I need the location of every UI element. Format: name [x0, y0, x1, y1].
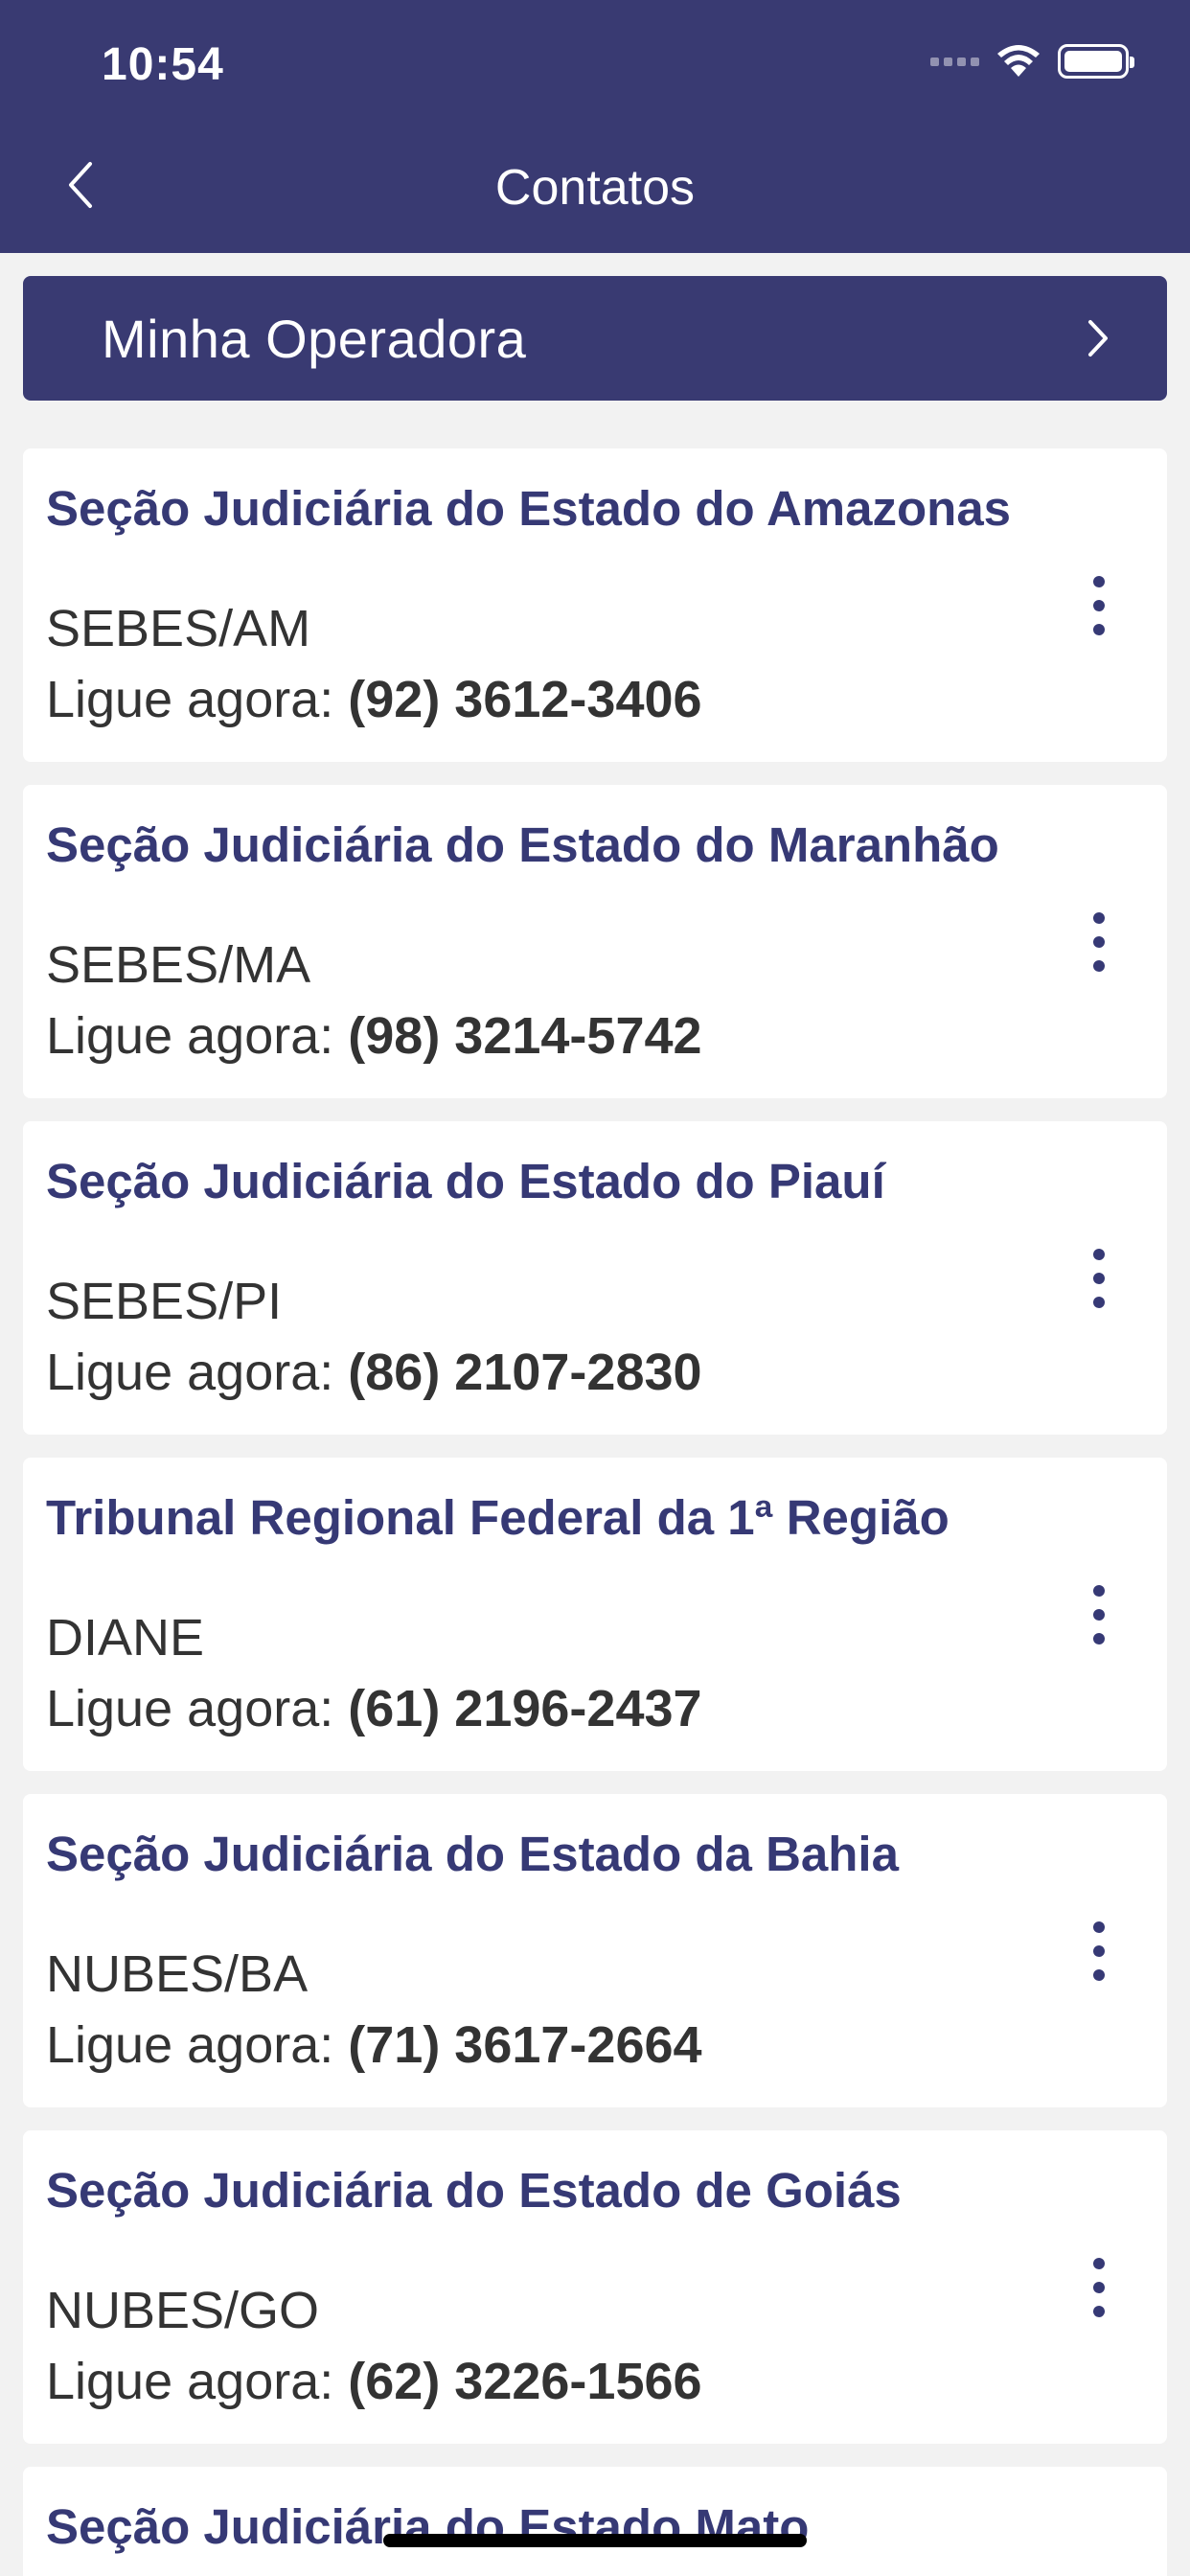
signal-icon	[930, 57, 979, 66]
contact-phone-line[interactable]: Ligue agora: (92) 3612-3406	[46, 664, 1023, 735]
contact-title: Seção Judiciária do Estado de Goiás	[46, 2163, 902, 2218]
contact-title: Seção Judiciária do Estado Mato	[46, 2499, 810, 2554]
contact-code: SEBES/MA	[46, 936, 311, 994]
phone-prefix: Ligue agora:	[46, 1344, 334, 1401]
more-vertical-icon[interactable]	[1085, 1248, 1113, 1308]
phone-number[interactable]: (98) 3214-5742	[348, 1007, 701, 1065]
contact-title: Seção Judiciária do Estado do Piauí	[46, 1154, 885, 1208]
phone-prefix: Ligue agora:	[46, 671, 334, 728]
contact-phone-line[interactable]: Ligue agora: (98) 3214-5742	[46, 1000, 1023, 1071]
app-header: 10:54 Contatos	[0, 0, 1190, 253]
chevron-right-icon	[1088, 320, 1108, 356]
battery-icon	[1058, 44, 1134, 79]
my-operator-button[interactable]: Minha Operadora	[23, 276, 1167, 401]
phone-prefix: Ligue agora:	[46, 1007, 334, 1065]
phone-number[interactable]: (61) 2196-2437	[348, 1680, 701, 1737]
wifi-icon	[997, 45, 1040, 77]
contact-code: NUBES/BA	[46, 1945, 309, 2003]
contact-list: Seção Judiciária do Estado do Amazonas S…	[23, 448, 1167, 2576]
contact-card[interactable]: Tribunal Regional Federal da 1ª Região D…	[23, 1458, 1167, 1771]
contact-title: Seção Judiciária do Estado da Bahia	[46, 1827, 899, 1881]
home-indicator[interactable]	[383, 2534, 807, 2547]
contact-code: SEBES/AM	[46, 600, 311, 657]
more-vertical-icon[interactable]	[1085, 911, 1113, 972]
phone-number[interactable]: (71) 3617-2664	[348, 2016, 701, 2074]
contact-code: NUBES/GO	[46, 2282, 320, 2339]
contact-phone-line[interactable]: Ligue agora: (61) 2196-2437	[46, 1673, 1023, 1744]
contact-title: Tribunal Regional Federal da 1ª Região	[46, 1490, 950, 1545]
contact-card[interactable]: Seção Judiciária do Estado do Piauí SEBE…	[23, 1121, 1167, 1435]
more-vertical-icon[interactable]	[1085, 575, 1113, 635]
operator-label: Minha Operadora	[102, 308, 527, 369]
phone-number[interactable]: (62) 3226-1566	[348, 2353, 701, 2410]
more-vertical-icon[interactable]	[1085, 1920, 1113, 1981]
contact-phone-line[interactable]: Ligue agora: (62) 3226-1566	[46, 2346, 1023, 2417]
contact-title: Seção Judiciária do Estado do Amazonas	[46, 481, 1012, 536]
contact-card[interactable]: Seção Judiciária do Estado da Bahia NUBE…	[23, 1794, 1167, 2107]
contact-code: DIANE	[46, 1609, 205, 1667]
contact-card[interactable]: Seção Judiciária do Estado de Goiás NUBE…	[23, 2130, 1167, 2444]
contact-phone-line[interactable]: Ligue agora: (86) 2107-2830	[46, 1337, 1023, 1408]
page-title: Contatos	[494, 160, 696, 216]
phone-prefix: Ligue agora:	[46, 2016, 334, 2074]
contact-title: Seção Judiciária do Estado do Maranhão	[46, 817, 999, 872]
phone-number[interactable]: (92) 3612-3406	[348, 671, 701, 728]
contact-code: SEBES/PI	[46, 1273, 283, 1330]
phone-number[interactable]: (86) 2107-2830	[348, 1344, 701, 1401]
contact-phone-line[interactable]: Ligue agora: (71) 3617-2664	[46, 2010, 1023, 2081]
contact-card[interactable]: Seção Judiciária do Estado do Maranhão S…	[23, 785, 1167, 1098]
status-icons	[930, 44, 1134, 79]
contact-card[interactable]: Seção Judiciária do Estado Mato	[23, 2467, 1167, 2576]
contact-card[interactable]: Seção Judiciária do Estado do Amazonas S…	[23, 448, 1167, 762]
phone-prefix: Ligue agora:	[46, 1680, 334, 1737]
more-vertical-icon[interactable]	[1085, 2257, 1113, 2317]
status-time: 10:54	[102, 39, 224, 90]
more-vertical-icon[interactable]	[1085, 1584, 1113, 1644]
phone-prefix: Ligue agora:	[46, 2353, 334, 2410]
